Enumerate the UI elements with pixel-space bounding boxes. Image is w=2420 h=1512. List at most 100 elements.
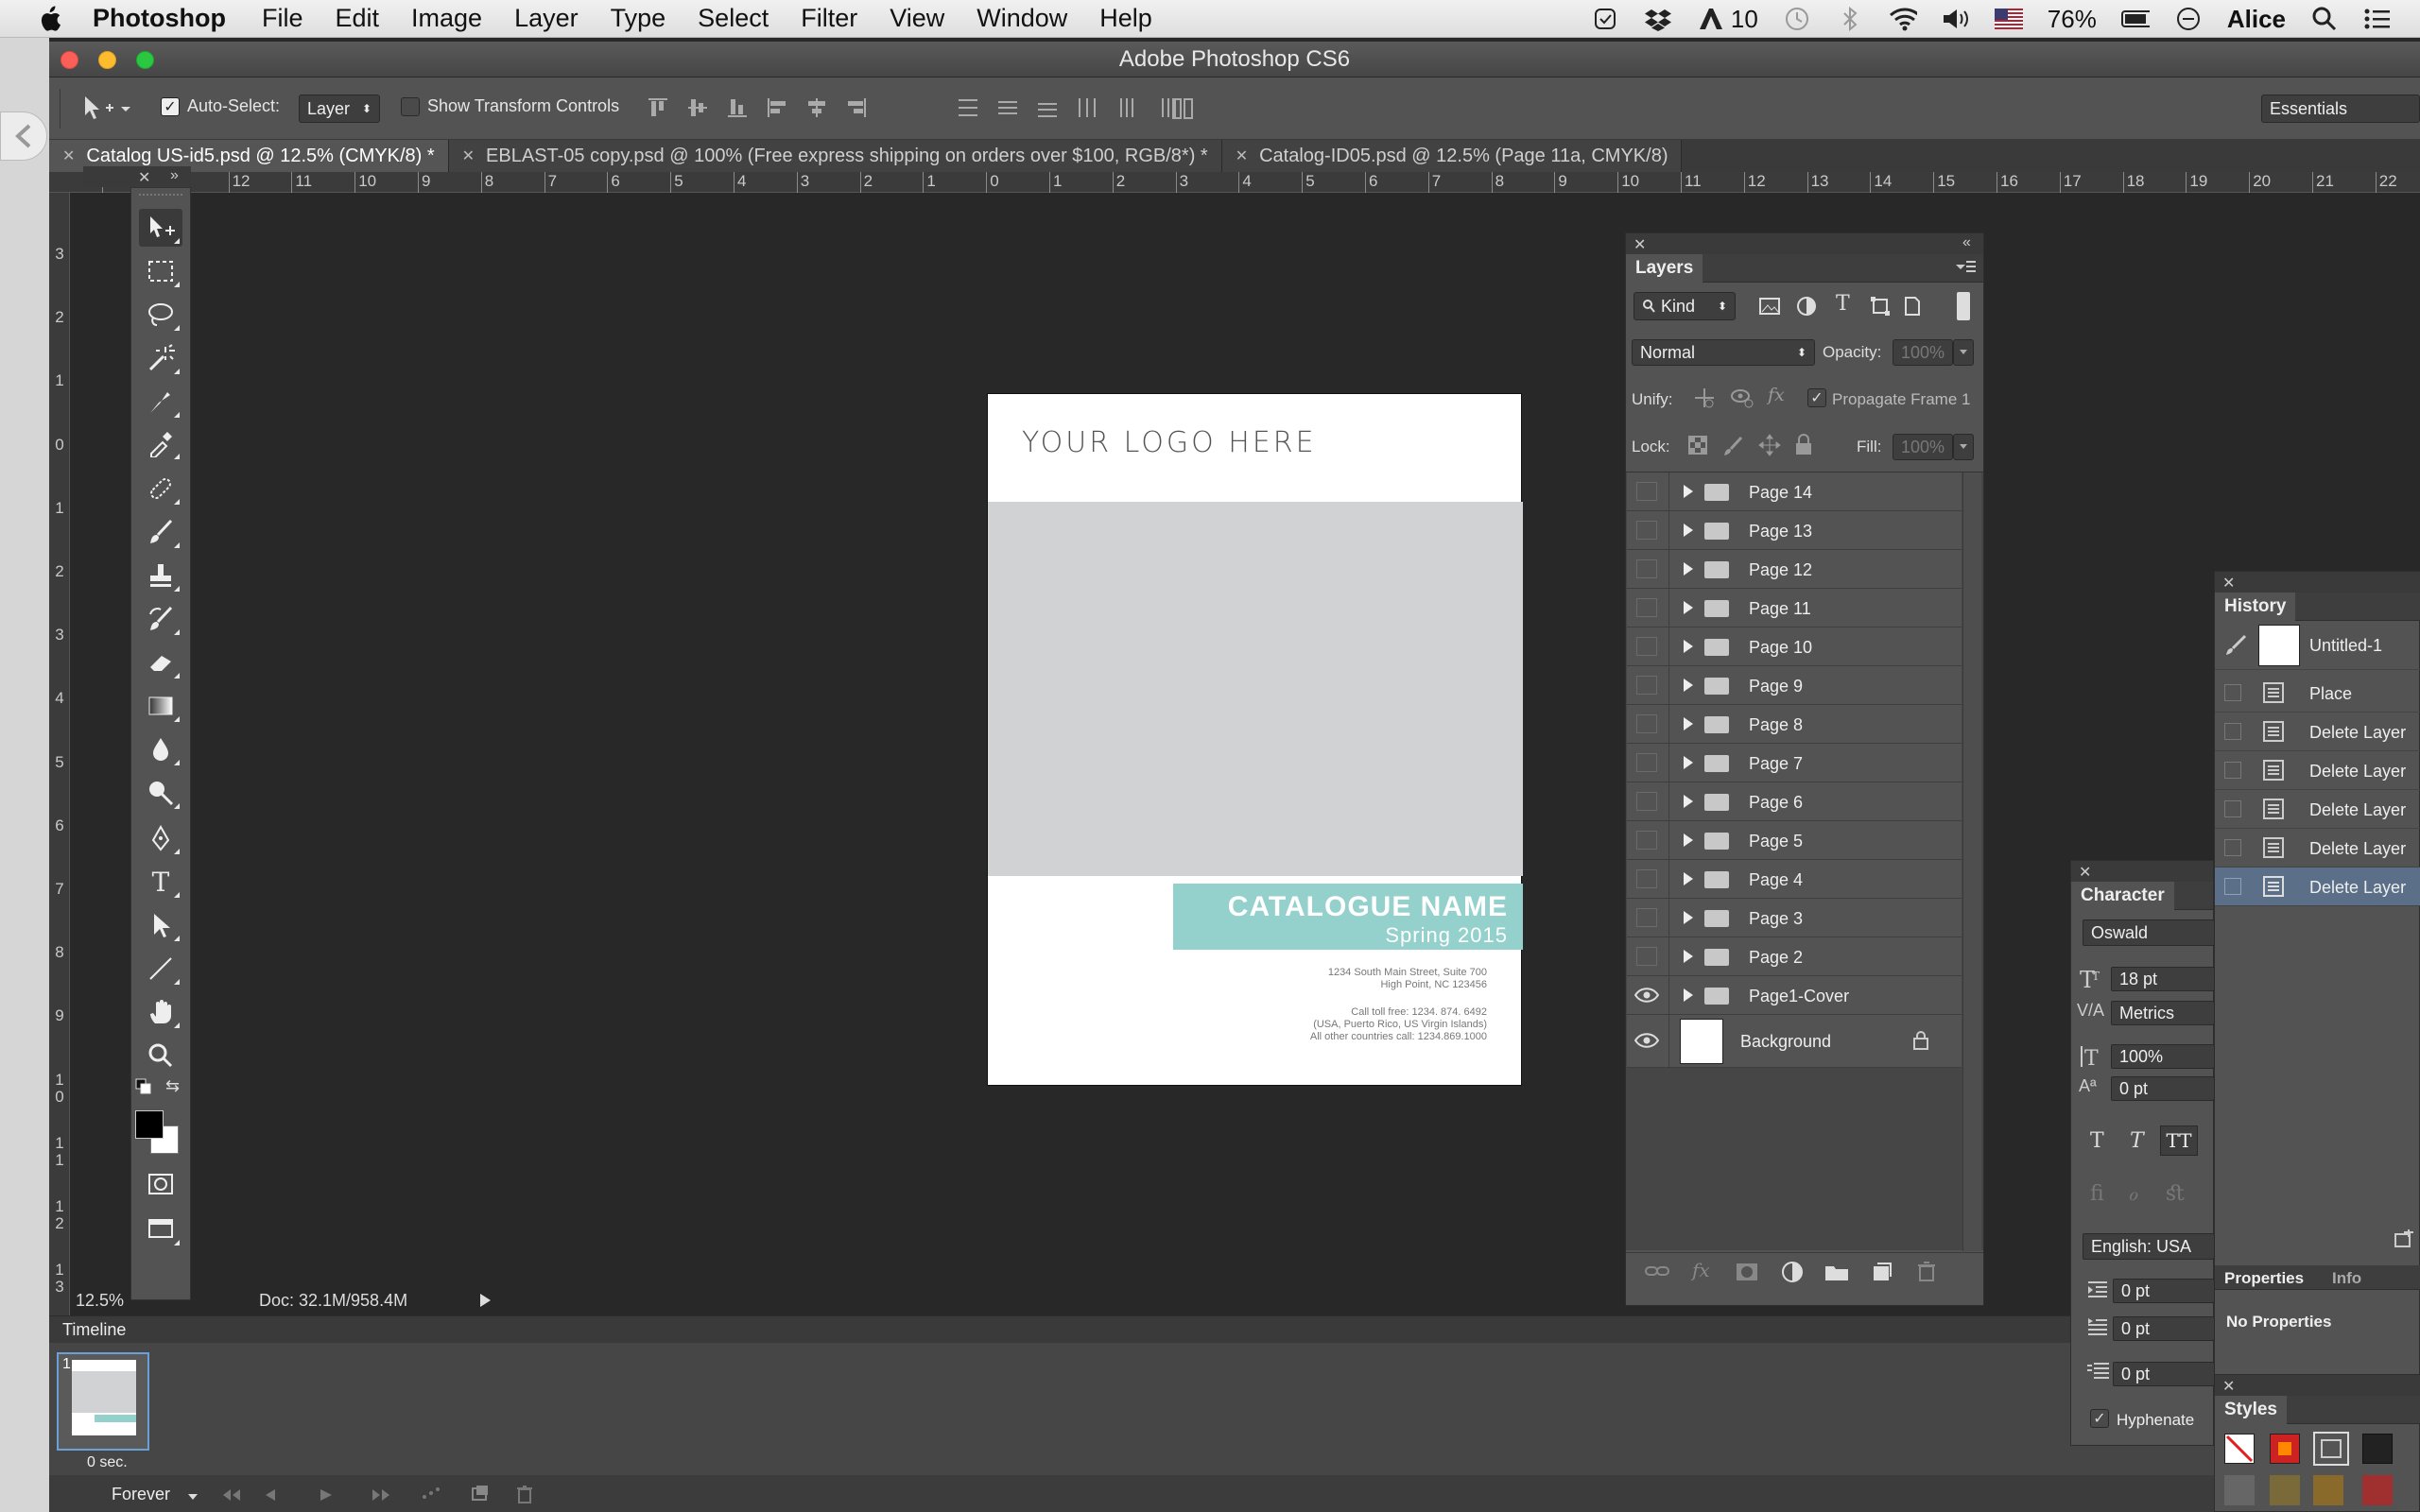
layers-tab[interactable]: Layers	[1626, 254, 1703, 283]
lock-all-icon[interactable]	[1794, 434, 1813, 461]
kerning-field[interactable]: Metrics	[2111, 1001, 2215, 1025]
eye-icon[interactable]	[1634, 1031, 1660, 1055]
show-transform-checkbox[interactable]	[401, 96, 420, 116]
align-horizontal-centers-icon[interactable]	[805, 96, 828, 119]
ligatures-icon[interactable]: ﬁ	[2090, 1182, 2104, 1206]
indent-first-field[interactable]: 0 pt	[2113, 1316, 2215, 1341]
close-tab-icon[interactable]: ✕	[62, 146, 75, 165]
collapse-panel-icon[interactable]: «	[1962, 234, 1971, 251]
hyphenate-checkbox[interactable]: ✓	[2090, 1409, 2109, 1428]
expand-arrow-icon[interactable]	[1684, 524, 1693, 537]
animation-frame[interactable]: 1	[57, 1352, 149, 1451]
layer-style-icon[interactable]: fx	[1692, 1259, 1710, 1281]
filter-adjustment-layers-icon[interactable]	[1796, 296, 1817, 321]
style-swatch[interactable]	[2270, 1475, 2300, 1505]
align-top-edges-icon[interactable]	[647, 96, 669, 119]
history-state-row[interactable]: Delete Layer	[2215, 790, 2420, 829]
brush-tool-button[interactable]	[139, 513, 182, 551]
font-family-field[interactable]: Oswald	[2083, 919, 2215, 946]
previous-frame-icon[interactable]	[263, 1486, 276, 1506]
close-window-button[interactable]	[60, 51, 78, 69]
status-menu-arrow-icon[interactable]	[478, 1293, 492, 1313]
menu-view[interactable]: View	[890, 4, 944, 33]
filter-shape-layers-icon[interactable]	[1870, 296, 1891, 321]
expand-arrow-icon[interactable]	[1684, 562, 1693, 576]
eye-icon[interactable]	[1634, 986, 1660, 1009]
history-state-row[interactable]: Delete Layer	[2215, 829, 2420, 868]
history-source-toggle[interactable]	[2224, 762, 2241, 779]
lock-transparent-pixels-icon[interactable]	[1688, 436, 1707, 459]
history-source-toggle[interactable]	[2224, 839, 2241, 856]
visibility-toggle[interactable]	[1636, 521, 1657, 540]
menu-app-name[interactable]: Photoshop	[93, 4, 226, 33]
pen-tool-button[interactable]	[139, 819, 182, 857]
faux-bold-icon[interactable]: T	[2090, 1129, 2104, 1153]
all-caps-icon[interactable]: TT	[2160, 1125, 2198, 1156]
vertical-scale-field[interactable]: 100%	[2111, 1044, 2215, 1069]
lock-position-icon[interactable]	[1758, 434, 1781, 461]
panel-menu-icon[interactable]	[1955, 260, 1976, 278]
frame-delay[interactable]: 0 sec.	[87, 1454, 128, 1471]
notification-center-icon[interactable]	[2363, 7, 2392, 31]
visibility-toggle[interactable]	[1636, 676, 1657, 695]
properties-tab[interactable]: Properties	[2224, 1269, 2304, 1288]
us-flag-icon[interactable]	[1994, 7, 2023, 31]
unify-position-icon[interactable]	[1692, 387, 1717, 414]
faux-italic-icon[interactable]: T	[2130, 1129, 2144, 1153]
layer-filter-kind[interactable]: Kind ⬍	[1634, 292, 1736, 320]
style-swatch[interactable]	[2362, 1475, 2393, 1505]
layer-row[interactable]: Page1-Cover	[1627, 976, 1962, 1015]
layer-row[interactable]: Page 10	[1627, 627, 1962, 666]
filter-toggle-switch[interactable]	[1957, 292, 1970, 320]
layer-row[interactable]: Page 12	[1627, 550, 1962, 589]
menu-select[interactable]: Select	[698, 4, 769, 33]
layer-row[interactable]: Page 7	[1627, 744, 1962, 782]
auto-select-checkbox[interactable]: ✓	[161, 96, 180, 116]
minimize-window-button[interactable]	[98, 51, 116, 69]
zoom-tool-button[interactable]	[139, 1037, 182, 1074]
eraser-tool-button[interactable]	[139, 644, 182, 681]
layer-row[interactable]: Page 11	[1627, 589, 1962, 627]
layer-row[interactable]: Page 2	[1627, 937, 1962, 976]
history-state-row[interactable]: Delete Layer	[2215, 751, 2420, 790]
layer-row[interactable]: Page 4	[1627, 860, 1962, 899]
duplicate-frame-icon[interactable]	[471, 1485, 490, 1506]
path-selection-tool-button[interactable]	[139, 906, 182, 944]
distribute-vcenter-icon[interactable]	[996, 96, 1019, 119]
expand-arrow-icon[interactable]	[1684, 833, 1693, 847]
menu-window[interactable]: Window	[977, 4, 1067, 33]
battery-icon[interactable]	[2120, 7, 2150, 31]
menu-layer[interactable]: Layer	[514, 4, 579, 33]
history-state-row[interactable]: Place	[2215, 674, 2420, 713]
healing-brush-tool-button[interactable]	[139, 470, 182, 507]
first-frame-icon[interactable]	[219, 1486, 242, 1506]
swash-icon[interactable]: ﬆ	[2166, 1182, 2186, 1206]
distribute-left-icon[interactable]	[1076, 96, 1098, 119]
info-tab[interactable]: Info	[2332, 1269, 2361, 1288]
bluetooth-icon[interactable]	[1836, 6, 1864, 32]
close-panel-icon[interactable]: ✕	[2222, 1377, 2235, 1396]
history-source-toggle[interactable]	[2224, 878, 2241, 895]
expand-panel-icon[interactable]: »	[170, 167, 179, 184]
opacity-field[interactable]: 100%	[1893, 339, 1953, 366]
align-vertical-centers-icon[interactable]	[686, 96, 709, 119]
expand-arrow-icon[interactable]	[1684, 988, 1693, 1002]
space-before-field[interactable]: 0 pt	[2113, 1362, 2215, 1386]
old-style-icon[interactable]: ℴ	[2128, 1182, 2137, 1206]
layer-row[interactable]: Page 14	[1627, 472, 1962, 511]
hand-tool-button[interactable]	[139, 993, 182, 1031]
style-swatch-selected[interactable]	[2313, 1432, 2349, 1466]
menu-filter[interactable]: Filter	[801, 4, 857, 33]
expand-arrow-icon[interactable]	[1684, 640, 1693, 653]
expand-arrow-icon[interactable]	[1684, 485, 1693, 498]
layer-row[interactable]: Page 13	[1627, 511, 1962, 550]
style-swatch[interactable]	[2313, 1475, 2343, 1505]
visibility-toggle[interactable]	[1636, 753, 1657, 772]
adobe-creative-cloud-icon[interactable]	[1697, 7, 1725, 31]
layer-row[interactable]: Page 6	[1627, 782, 1962, 821]
language-field[interactable]: English: USA	[2083, 1233, 2215, 1260]
visibility-toggle[interactable]	[1636, 714, 1657, 733]
background-layer-row[interactable]: Background	[1627, 1015, 1962, 1068]
expand-arrow-icon[interactable]	[1684, 795, 1693, 808]
visibility-toggle[interactable]	[1636, 869, 1657, 888]
